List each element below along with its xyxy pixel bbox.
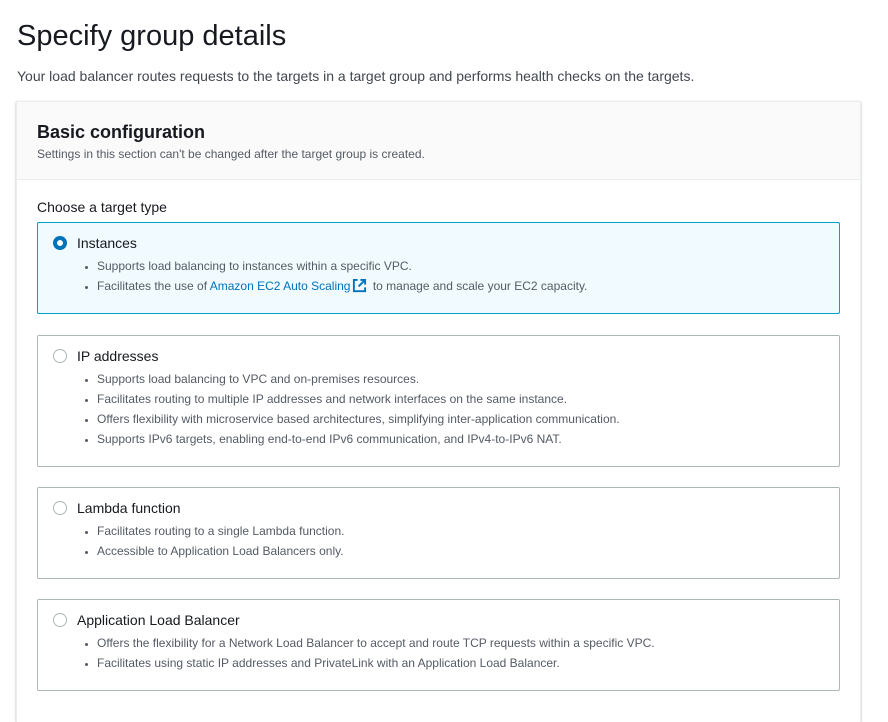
list-item: Facilitates the use of Amazon EC2 Auto S… — [97, 276, 587, 299]
container-header: Basic configuration Settings in this sec… — [17, 102, 860, 180]
bullet-text: to manage and scale your EC2 capacity. — [369, 279, 588, 293]
section-title: Basic configuration — [37, 122, 206, 142]
option-bullets-instances: Supports load balancing to instances wit… — [77, 256, 587, 299]
radio-instances[interactable] — [53, 236, 67, 250]
list-item: Facilitates using static IP addresses an… — [97, 653, 655, 673]
option-label-ip-addresses: IP addresses — [77, 348, 159, 364]
section-description: Settings in this section can't be change… — [37, 147, 425, 161]
basic-configuration-container: Basic configuration Settings in this sec… — [16, 101, 861, 722]
target-type-option-lambda-function[interactable]: Lambda function Facilitates routing to a… — [37, 487, 840, 579]
option-bullets-application-load-balancer: Offers the flexibility for a Network Loa… — [77, 633, 655, 673]
list-item: Supports load balancing to instances wit… — [97, 256, 587, 276]
option-label-lambda-function: Lambda function — [77, 500, 181, 516]
list-item: Accessible to Application Load Balancers… — [97, 541, 344, 561]
target-type-option-instances[interactable]: Instances Supports load balancing to ins… — [37, 222, 840, 314]
option-label-instances: Instances — [77, 235, 137, 251]
target-type-option-application-load-balancer[interactable]: Application Load Balancer Offers the fle… — [37, 599, 840, 691]
list-item: Facilitates routing to a single Lambda f… — [97, 521, 344, 541]
list-item: Supports load balancing to VPC and on-pr… — [97, 369, 620, 389]
external-link-icon[interactable] — [352, 278, 367, 299]
option-label-application-load-balancer: Application Load Balancer — [77, 612, 240, 628]
radio-ip-addresses[interactable] — [53, 349, 67, 363]
list-item: Supports IPv6 targets, enabling end-to-e… — [97, 429, 620, 449]
list-item: Offers the flexibility for a Network Loa… — [97, 633, 655, 653]
amazon-ec2-auto-scaling-link[interactable]: Amazon EC2 Auto Scaling — [210, 279, 351, 293]
page-description: Your load balancer routes requests to th… — [17, 68, 695, 84]
bullet-text: Facilitates the use of — [97, 279, 210, 293]
list-item: Offers flexibility with microservice bas… — [97, 409, 620, 429]
list-item: Facilitates routing to multiple IP addre… — [97, 389, 620, 409]
radio-lambda-function[interactable] — [53, 501, 67, 515]
page-title: Specify group details — [17, 20, 287, 52]
option-bullets-lambda-function: Facilitates routing to a single Lambda f… — [77, 521, 344, 561]
option-bullets-ip-addresses: Supports load balancing to VPC and on-pr… — [77, 369, 620, 449]
radio-application-load-balancer[interactable] — [53, 613, 67, 627]
target-type-label: Choose a target type — [37, 199, 167, 215]
target-type-option-ip-addresses[interactable]: IP addresses Supports load balancing to … — [37, 335, 840, 467]
